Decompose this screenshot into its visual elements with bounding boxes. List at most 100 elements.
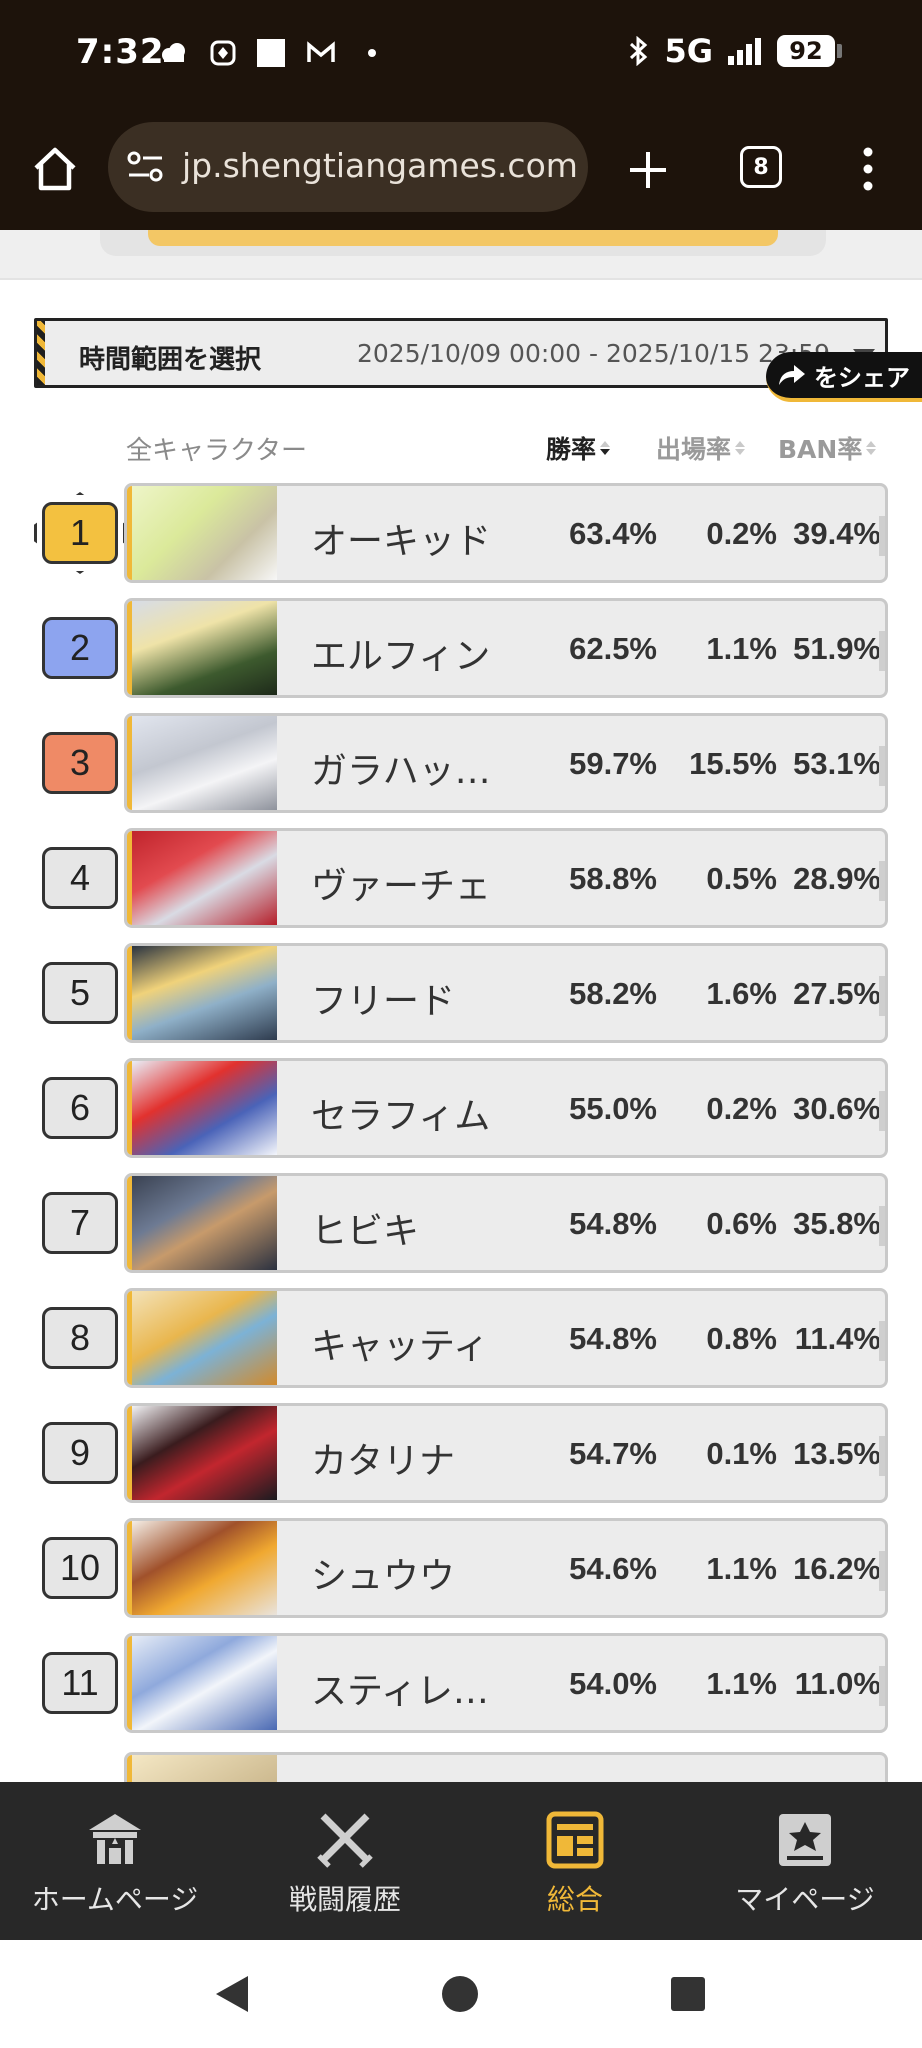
win-rate-value: 54.6% xyxy=(569,1551,657,1586)
ban-rate-value: 13.5% xyxy=(793,1436,881,1471)
nav-battle-history[interactable]: 戦闘履歴 xyxy=(230,1782,460,1940)
character-card[interactable]: フリード 58.2% 1.6% 27.5% xyxy=(124,943,888,1043)
pick-rate-value: 0.8% xyxy=(706,1321,777,1356)
battery-cap xyxy=(837,44,842,58)
more-menu-icon[interactable] xyxy=(856,144,880,194)
table-row[interactable]: 3 ガラハッ… 59.7% 15.5% 53.1% xyxy=(0,710,922,813)
win-rate-header[interactable]: 勝率 xyxy=(546,430,611,466)
nav-home[interactable]: ホームページ xyxy=(0,1782,230,1940)
share-label: をシェア xyxy=(814,363,910,392)
character-card[interactable]: キャッティ 54.8% 0.8% 11.4% xyxy=(124,1288,888,1388)
character-portrait xyxy=(127,1636,277,1730)
rank-badge: 4 xyxy=(42,847,118,909)
status-right: 5G 92 xyxy=(628,32,842,70)
ban-rate-value: 11.4% xyxy=(794,1321,881,1356)
app-icon xyxy=(210,40,236,66)
character-portrait xyxy=(127,1406,277,1500)
nav-label: ホームページ xyxy=(31,1883,199,1916)
character-portrait xyxy=(127,716,277,810)
pick-rate-value: 0.6% xyxy=(706,1206,777,1241)
castle-icon xyxy=(89,1814,141,1864)
character-portrait xyxy=(127,1521,277,1615)
card-edge xyxy=(879,1436,885,1476)
pick-rate-value: 1.1% xyxy=(706,631,777,666)
pick-rate-value: 1.6% xyxy=(706,976,777,1011)
home-icon[interactable] xyxy=(30,144,80,194)
card-edge xyxy=(879,1321,885,1361)
rank-badge: 7 xyxy=(42,1192,118,1254)
ban-rate-value: 39.4% xyxy=(793,516,881,551)
table-row[interactable]: 11 スティレ… 54.0% 1.1% 11.0% xyxy=(0,1630,922,1733)
character-name: スティレ… xyxy=(311,1671,489,1712)
character-name: フリード xyxy=(311,981,456,1022)
nav-label: 総合 xyxy=(546,1883,603,1916)
character-portrait xyxy=(127,486,277,580)
pick-rate-value: 1.1% xyxy=(706,1666,777,1701)
all-characters-filter[interactable]: 全キャラクター xyxy=(126,430,307,467)
share-arrow-icon xyxy=(779,365,805,385)
character-card[interactable]: セラフィム 55.0% 0.2% 30.6% xyxy=(124,1058,888,1158)
card-edge xyxy=(879,746,885,786)
ban-rate-value: 27.5% xyxy=(793,976,881,1011)
banner-gold-bar xyxy=(148,230,778,246)
nav-overall[interactable]: 総合 xyxy=(460,1782,690,1940)
character-card[interactable]: ガラハッ… 59.7% 15.5% 53.1% xyxy=(124,713,888,813)
address-bar[interactable]: jp.shengtiangames.com xyxy=(108,122,588,212)
table-row[interactable]: 1 オーキッド 63.4% 0.2% 39.4% xyxy=(0,480,922,583)
system-nav-bar xyxy=(0,1940,922,2048)
banner-strip xyxy=(0,230,922,280)
crossed-swords-icon xyxy=(317,1813,373,1868)
sort-arrows-icon xyxy=(600,441,611,455)
nav-my-page[interactable]: マイページ xyxy=(690,1782,920,1940)
win-rate-value: 63.4% xyxy=(569,516,657,551)
card-edge xyxy=(879,976,885,1016)
ban-rate-value: 30.6% xyxy=(793,1091,881,1126)
table-row[interactable]: 6 セラフィム 55.0% 0.2% 30.6% xyxy=(0,1055,922,1158)
win-rate-value: 59.7% xyxy=(569,746,657,781)
pick-rate-label: 出場率 xyxy=(656,435,732,464)
recents-icon[interactable] xyxy=(670,1976,706,2012)
pick-rate-header[interactable]: 出場率 xyxy=(656,430,746,466)
pick-rate-value: 0.2% xyxy=(706,1091,777,1126)
character-portrait xyxy=(127,946,277,1040)
character-card[interactable]: シュウウ 54.6% 1.1% 16.2% xyxy=(124,1518,888,1618)
character-portrait xyxy=(127,1291,277,1385)
character-portrait xyxy=(127,1176,277,1270)
site-settings-icon[interactable] xyxy=(126,148,166,186)
hazard-stripe xyxy=(37,321,45,385)
ban-rate-value: 16.2% xyxy=(793,1551,881,1586)
time-range-selector[interactable]: 時間範囲を選択 2025/10/09 00:00 - 2025/10/15 23… xyxy=(34,318,888,388)
rank-badge: 8 xyxy=(42,1307,118,1369)
character-card[interactable]: オーキッド 63.4% 0.2% 39.4% xyxy=(124,483,888,583)
sort-arrows-icon xyxy=(735,441,746,455)
bottom-nav: ホームページ 戦闘履歴 総合 マイページ xyxy=(0,1782,922,1940)
character-card[interactable]: カタリナ 54.7% 0.1% 13.5% xyxy=(124,1403,888,1503)
status-bar: 7:32 5G 92 xyxy=(0,0,922,108)
home-circle-icon[interactable] xyxy=(440,1974,480,2014)
table-row[interactable]: 9 カタリナ 54.7% 0.1% 13.5% xyxy=(0,1400,922,1503)
character-name: エルフィン xyxy=(311,636,491,677)
back-icon[interactable] xyxy=(210,1972,252,2016)
character-card[interactable]: ヒビキ 54.8% 0.6% 35.8% xyxy=(124,1173,888,1273)
share-button[interactable]: をシェア xyxy=(766,352,922,402)
bluetooth-icon xyxy=(630,36,648,66)
table-row[interactable]: 5 フリード 58.2% 1.6% 27.5% xyxy=(0,940,922,1043)
card-edge xyxy=(879,1091,885,1131)
rank-badge: 2 xyxy=(42,617,118,679)
profile-card-icon xyxy=(779,1814,831,1866)
card-edge xyxy=(879,861,885,901)
table-row[interactable]: 4 ヴァーチェ 58.8% 0.5% 28.9% xyxy=(0,825,922,928)
table-row[interactable]: 8 キャッティ 54.8% 0.8% 11.4% xyxy=(0,1285,922,1388)
dot-icon xyxy=(368,49,376,57)
character-card[interactable]: スティレ… 54.0% 1.1% 11.0% xyxy=(124,1633,888,1733)
ban-rate-header[interactable]: BAN率 xyxy=(778,430,877,466)
character-card[interactable]: ヴァーチェ 58.8% 0.5% 28.9% xyxy=(124,828,888,928)
new-tab-icon[interactable] xyxy=(626,148,670,192)
tab-switcher-icon[interactable]: 8 xyxy=(740,146,782,188)
table-row[interactable]: 7 ヒビキ 54.8% 0.6% 35.8% xyxy=(0,1170,922,1273)
table-row[interactable]: 2 エルフィン 62.5% 1.1% 51.9% xyxy=(0,595,922,698)
character-card[interactable]: エルフィン 62.5% 1.1% 51.9% xyxy=(124,598,888,698)
rank-badge: 9 xyxy=(42,1422,118,1484)
table-row[interactable]: 10 シュウウ 54.6% 1.1% 16.2% xyxy=(0,1515,922,1618)
win-rate-value: 58.2% xyxy=(569,976,657,1011)
